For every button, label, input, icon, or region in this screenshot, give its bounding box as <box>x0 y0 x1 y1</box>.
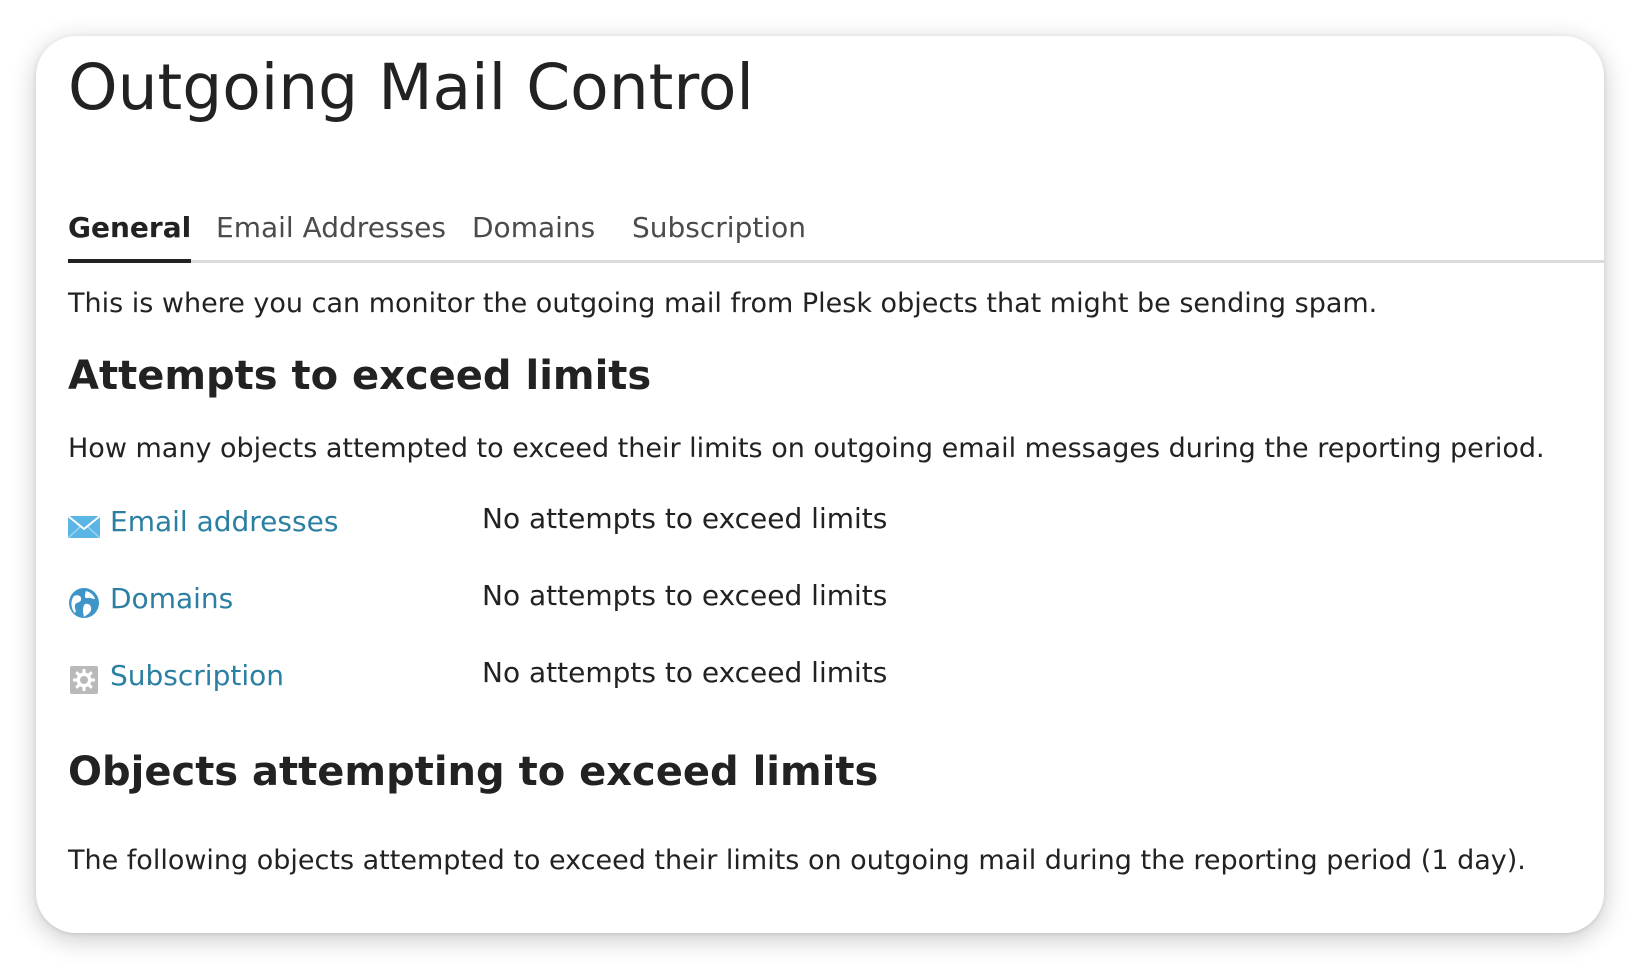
objects-description: The following objects attempted to excee… <box>68 845 1526 876</box>
envelope-icon <box>67 510 101 542</box>
objects-heading: Objects attempting to exceed limits <box>68 749 879 795</box>
page-title: Outgoing Mail Control <box>68 51 754 124</box>
email-addresses-status: No attempts to exceed limits <box>482 502 888 535</box>
limit-row-domains: Domains No attempts to exceed limits <box>68 579 1268 622</box>
limit-row-email-addresses: Email addresses No attempts to exceed li… <box>67 502 1268 545</box>
email-addresses-link[interactable]: Email addresses <box>110 505 338 539</box>
gear-icon <box>68 664 100 696</box>
attempts-heading: Attempts to exceed limits <box>68 353 652 399</box>
content-area: Outgoing Mail Control General Email Addr… <box>67 36 1604 933</box>
attempts-description: How many objects attempted to exceed the… <box>68 433 1545 464</box>
subscription-link[interactable]: Subscription <box>110 659 284 693</box>
tab-general[interactable]: General <box>68 211 192 262</box>
tab-domains[interactable]: Domains <box>472 211 595 245</box>
main-panel: Outgoing Mail Control General Email Addr… <box>36 36 1604 933</box>
tab-bar: General Email Addresses Domains Subscrip… <box>68 176 1604 263</box>
tab-subscription[interactable]: Subscription <box>632 211 806 245</box>
subscription-status: No attempts to exceed limits <box>482 656 888 689</box>
limit-row-subscription: Subscription No attempts to exceed limit… <box>68 656 1268 699</box>
domains-status: No attempts to exceed limits <box>482 579 888 612</box>
globe-icon <box>68 587 100 619</box>
domains-link[interactable]: Domains <box>110 582 233 616</box>
intro-text: This is where you can monitor the outgoi… <box>68 288 1378 319</box>
tab-email-addresses[interactable]: Email Addresses <box>216 211 446 245</box>
